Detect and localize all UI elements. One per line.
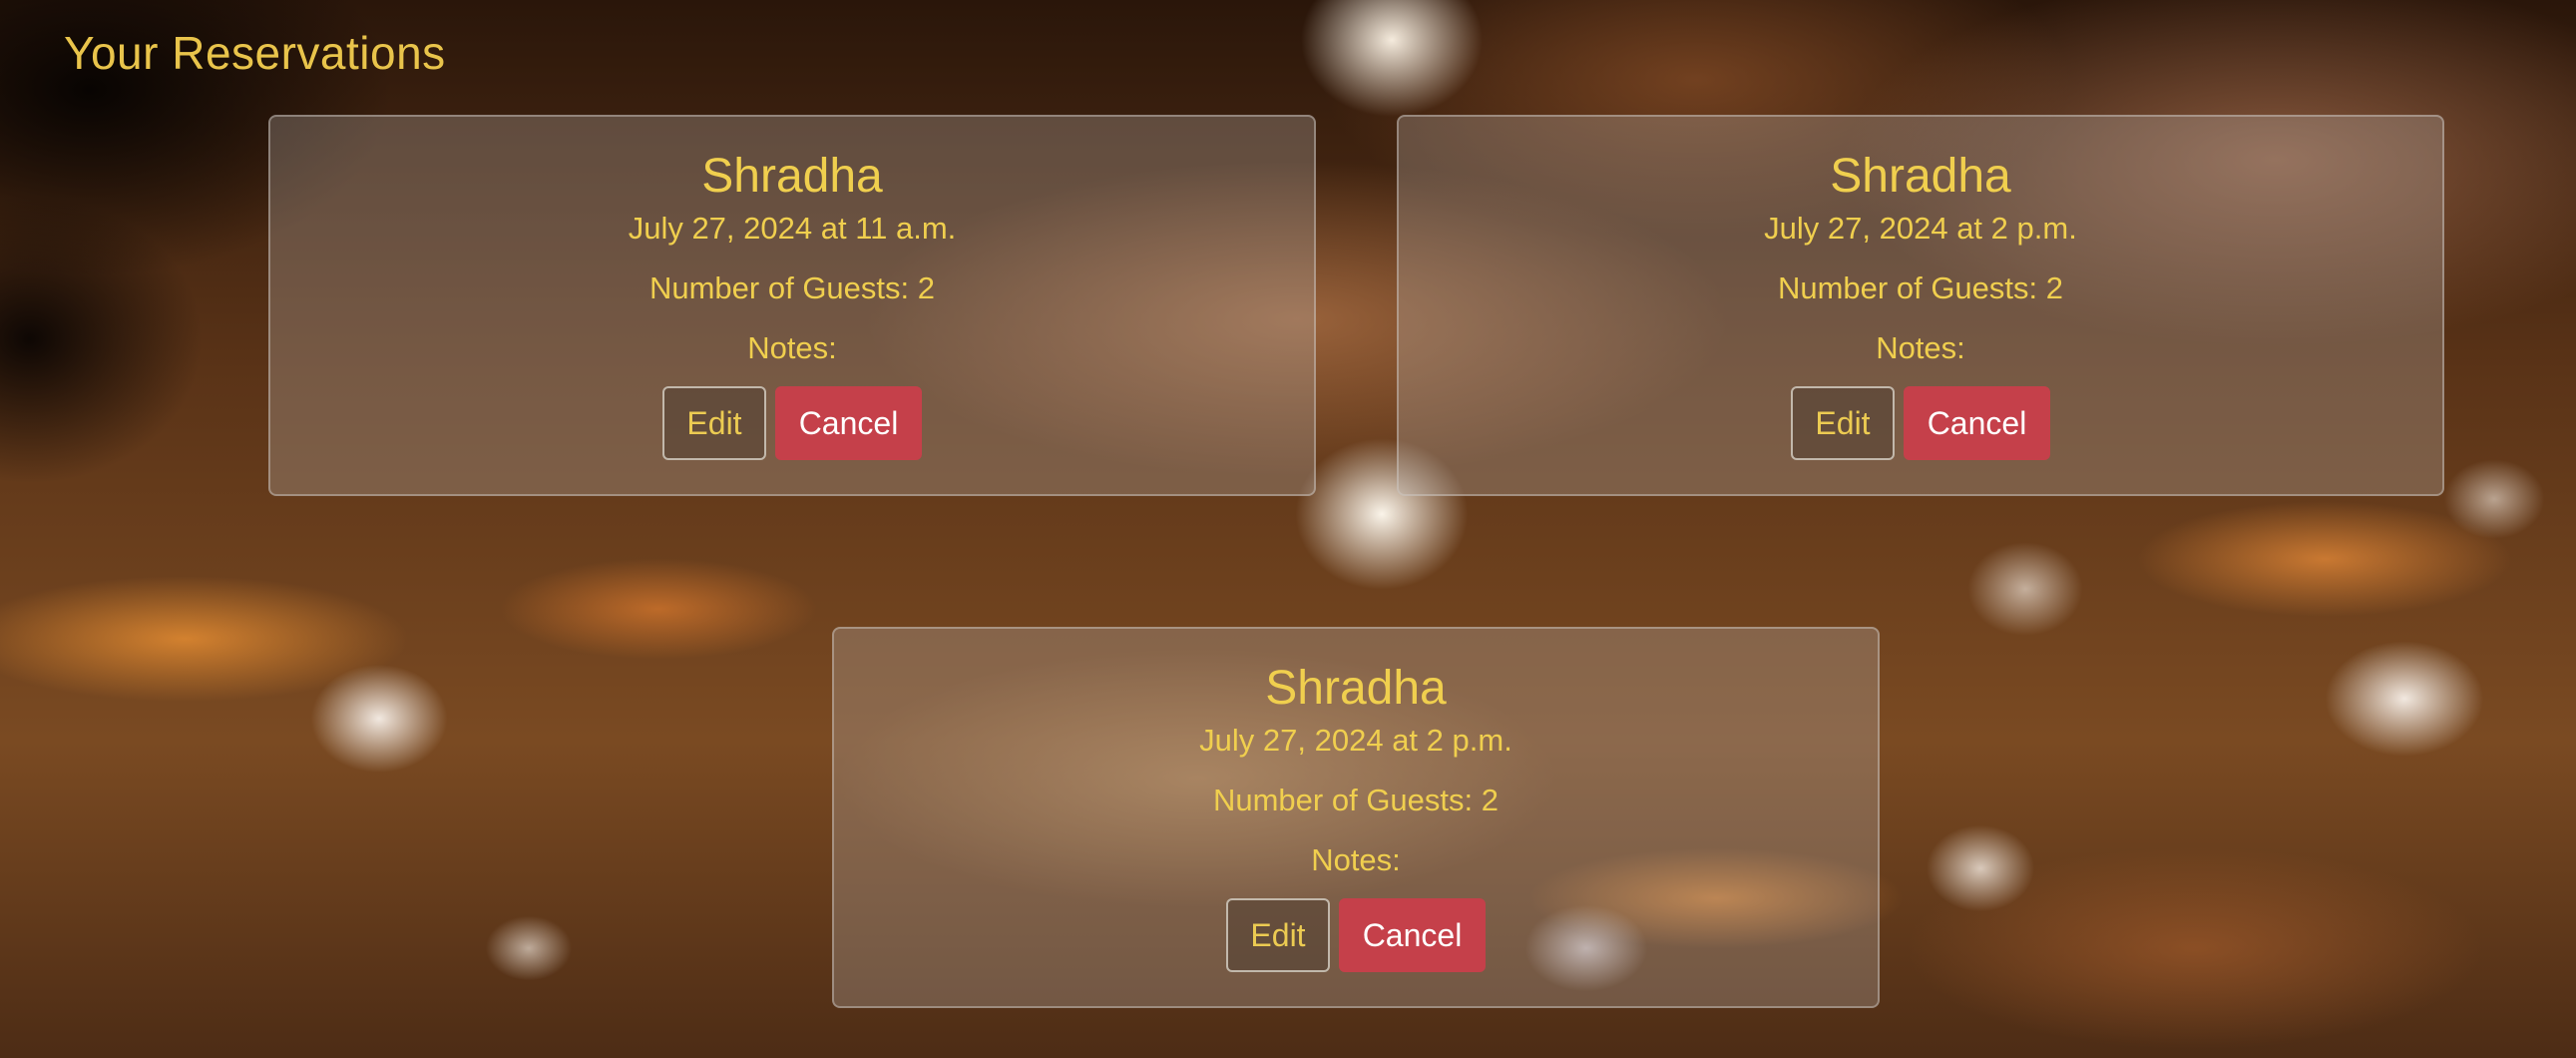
reservation-notes: Notes: — [1311, 842, 1401, 877]
page-title: Your Reservations — [64, 27, 446, 79]
cancel-button[interactable]: Cancel — [775, 386, 922, 460]
reservation-card: Shradha July 27, 2024 at 2 p.m. Number o… — [1397, 115, 2444, 496]
reservation-guests: Number of Guests: 2 — [648, 270, 935, 305]
reservation-actions: Edit Cancel — [1399, 386, 2442, 460]
reservation-notes: Notes: — [747, 330, 837, 365]
edit-button[interactable]: Edit — [1791, 386, 1895, 460]
reservation-name: Shradha — [701, 150, 883, 203]
reservation-datetime: July 27, 2024 at 2 p.m. — [1764, 211, 2077, 246]
cancel-button[interactable]: Cancel — [1904, 386, 2050, 460]
reservation-notes: Notes: — [1876, 330, 1965, 365]
reservation-card: Shradha July 27, 2024 at 11 a.m. Number … — [268, 115, 1316, 496]
reservation-name: Shradha — [1830, 150, 2011, 203]
reservation-guests: Number of Guests: 2 — [1212, 783, 1499, 817]
reservation-actions: Edit Cancel — [834, 898, 1878, 972]
reservation-card: Shradha July 27, 2024 at 2 p.m. Number o… — [832, 627, 1880, 1008]
edit-button[interactable]: Edit — [1226, 898, 1330, 972]
reservation-datetime: July 27, 2024 at 2 p.m. — [1199, 723, 1512, 758]
reservation-actions: Edit Cancel — [270, 386, 1314, 460]
reservation-guests: Number of Guests: 2 — [1777, 270, 2063, 305]
cancel-button[interactable]: Cancel — [1339, 898, 1486, 972]
reservation-datetime: July 27, 2024 at 11 a.m. — [628, 211, 957, 246]
edit-button[interactable]: Edit — [662, 386, 766, 460]
reservation-name: Shradha — [1265, 662, 1447, 715]
